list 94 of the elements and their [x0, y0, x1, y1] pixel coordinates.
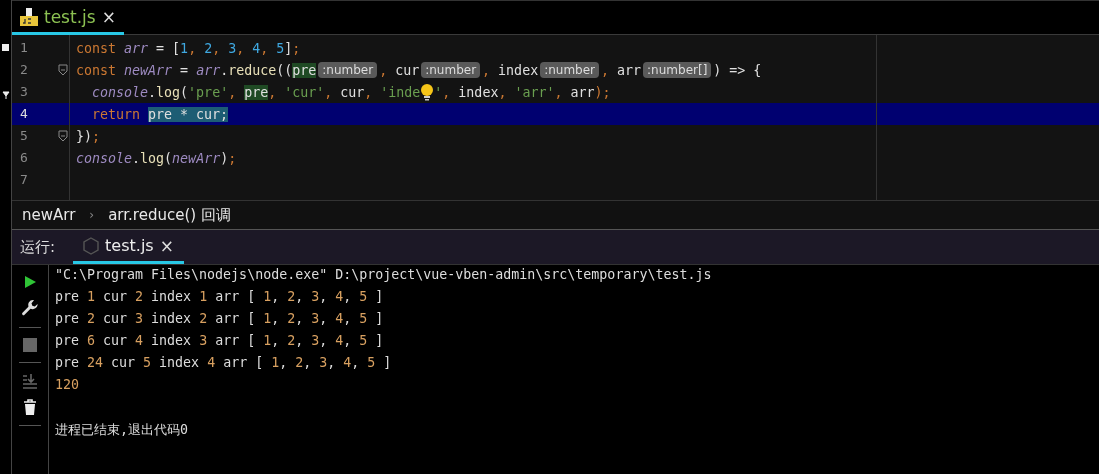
code-token: , [554, 84, 564, 100]
code-token: . [148, 84, 157, 100]
console-line: "C:\Program Files\nodejs\node.exe" D:\project\vue-vben-admin\src\temporary\test.js [55, 267, 712, 284]
code-token: arr [617, 62, 642, 78]
breadcrumb-item[interactable]: arr.reduce() 回调 [108, 205, 231, 225]
type-hint: :number [421, 62, 481, 78]
line-number: 3 [19, 83, 29, 101]
code-token: const [76, 62, 118, 78]
code-token: arr [196, 62, 221, 78]
code-token: pre [292, 62, 317, 78]
console-line: 进程已结束,退出代码0 [55, 421, 189, 439]
code-token: console [92, 84, 149, 100]
line-number: 2 [19, 61, 29, 79]
code-token: reduce [228, 62, 277, 78]
code-token: , [379, 62, 389, 78]
type-hint: :number [540, 62, 600, 78]
code-token: 'pre' [188, 84, 229, 100]
console-line: 120 [55, 377, 81, 394]
console-line: pre 6 cur 4 index 3 arr [ 1, 2, 3, 4, 5 ] [55, 333, 385, 350]
close-icon[interactable]: × [159, 235, 174, 256]
code-token: , [260, 40, 270, 56]
code-token: pre * cur; [148, 106, 229, 122]
code-token: ( [164, 150, 173, 166]
code-token: ; [228, 150, 237, 166]
run-tab[interactable]: test.js × [73, 230, 184, 264]
wrench-icon[interactable] [21, 299, 39, 317]
code-token: 3 [228, 40, 237, 56]
code-token: = [ [155, 40, 181, 56]
code-token: arr [124, 40, 149, 56]
code-token: ( [180, 84, 189, 100]
code-token: 5 [276, 40, 285, 56]
code-token: , [236, 40, 246, 56]
code-token: . [220, 62, 229, 78]
code-token: cur [340, 84, 365, 100]
line-number: 4 [19, 105, 29, 123]
code-token: ' [434, 84, 443, 100]
line-number: 7 [19, 171, 29, 189]
code-token: 4 [252, 40, 261, 56]
code-token: 'cur' [284, 84, 325, 100]
code-token: , [188, 40, 198, 56]
code-token: const [76, 40, 118, 56]
code-token: ; [292, 40, 301, 56]
code-token: , [601, 62, 611, 78]
type-hint: :number [318, 62, 378, 78]
code-token: cur [395, 62, 420, 78]
code-token: newArr [124, 62, 173, 78]
code-token: log [140, 150, 165, 166]
code-token: }) [76, 128, 92, 144]
line-number: 6 [19, 149, 29, 167]
code-token: , [324, 84, 334, 100]
code-token: pre [244, 84, 269, 100]
hexagon-icon [83, 236, 100, 255]
breadcrumb-separator: › [89, 208, 95, 222]
code-token: ) => { [713, 62, 762, 78]
code-token: 2 [204, 40, 213, 56]
code-token: , [498, 84, 508, 100]
code-token: arr [570, 84, 595, 100]
console-line: pre 2 cur 3 index 2 arr [ 1, 2, 3, 4, 5 ] [55, 311, 385, 328]
lightbulb-icon[interactable] [420, 83, 435, 101]
line-number: 1 [19, 39, 29, 57]
js-file-icon [20, 7, 38, 26]
run-label: 运行: [20, 237, 56, 257]
close-icon[interactable]: × [101, 6, 116, 27]
console-line: pre 24 cur 5 index 4 arr [ 1, 2, 3, 4, 5 ] [55, 355, 393, 372]
code-token: console [76, 150, 133, 166]
code-token: , [442, 84, 452, 100]
code-token: 'arr' [514, 84, 555, 100]
code-token: index [458, 84, 499, 100]
type-hint: :number[] [643, 62, 712, 78]
code-token: , [268, 84, 278, 100]
code-token: log [156, 84, 181, 100]
trash-icon[interactable] [23, 399, 37, 415]
console-line: pre 1 cur 2 index 1 arr [ 1, 2, 3, 4, 5 ] [55, 289, 385, 306]
code-token: . [132, 150, 141, 166]
code-token: ; [92, 128, 101, 144]
code-token: (( [276, 62, 293, 78]
fold-icon[interactable] [58, 64, 68, 76]
code-token: ); [594, 84, 611, 100]
fold-icon[interactable] [58, 130, 68, 142]
code-token: newArr [172, 150, 221, 166]
code-token: return [92, 106, 142, 122]
code-token: , [212, 40, 222, 56]
code-token: index [498, 62, 539, 78]
code-token: , [228, 84, 238, 100]
code-token: = [179, 62, 190, 78]
code-token: 'inde [380, 84, 421, 100]
breadcrumb-item[interactable]: newArr [22, 206, 76, 224]
code-token: ] [284, 40, 293, 56]
code-token: ) [220, 150, 229, 166]
code-token: 1 [180, 40, 189, 56]
line-number: 5 [19, 127, 29, 145]
code-token: , [482, 62, 492, 78]
run-icon[interactable] [23, 275, 37, 289]
code-token: , [364, 84, 374, 100]
